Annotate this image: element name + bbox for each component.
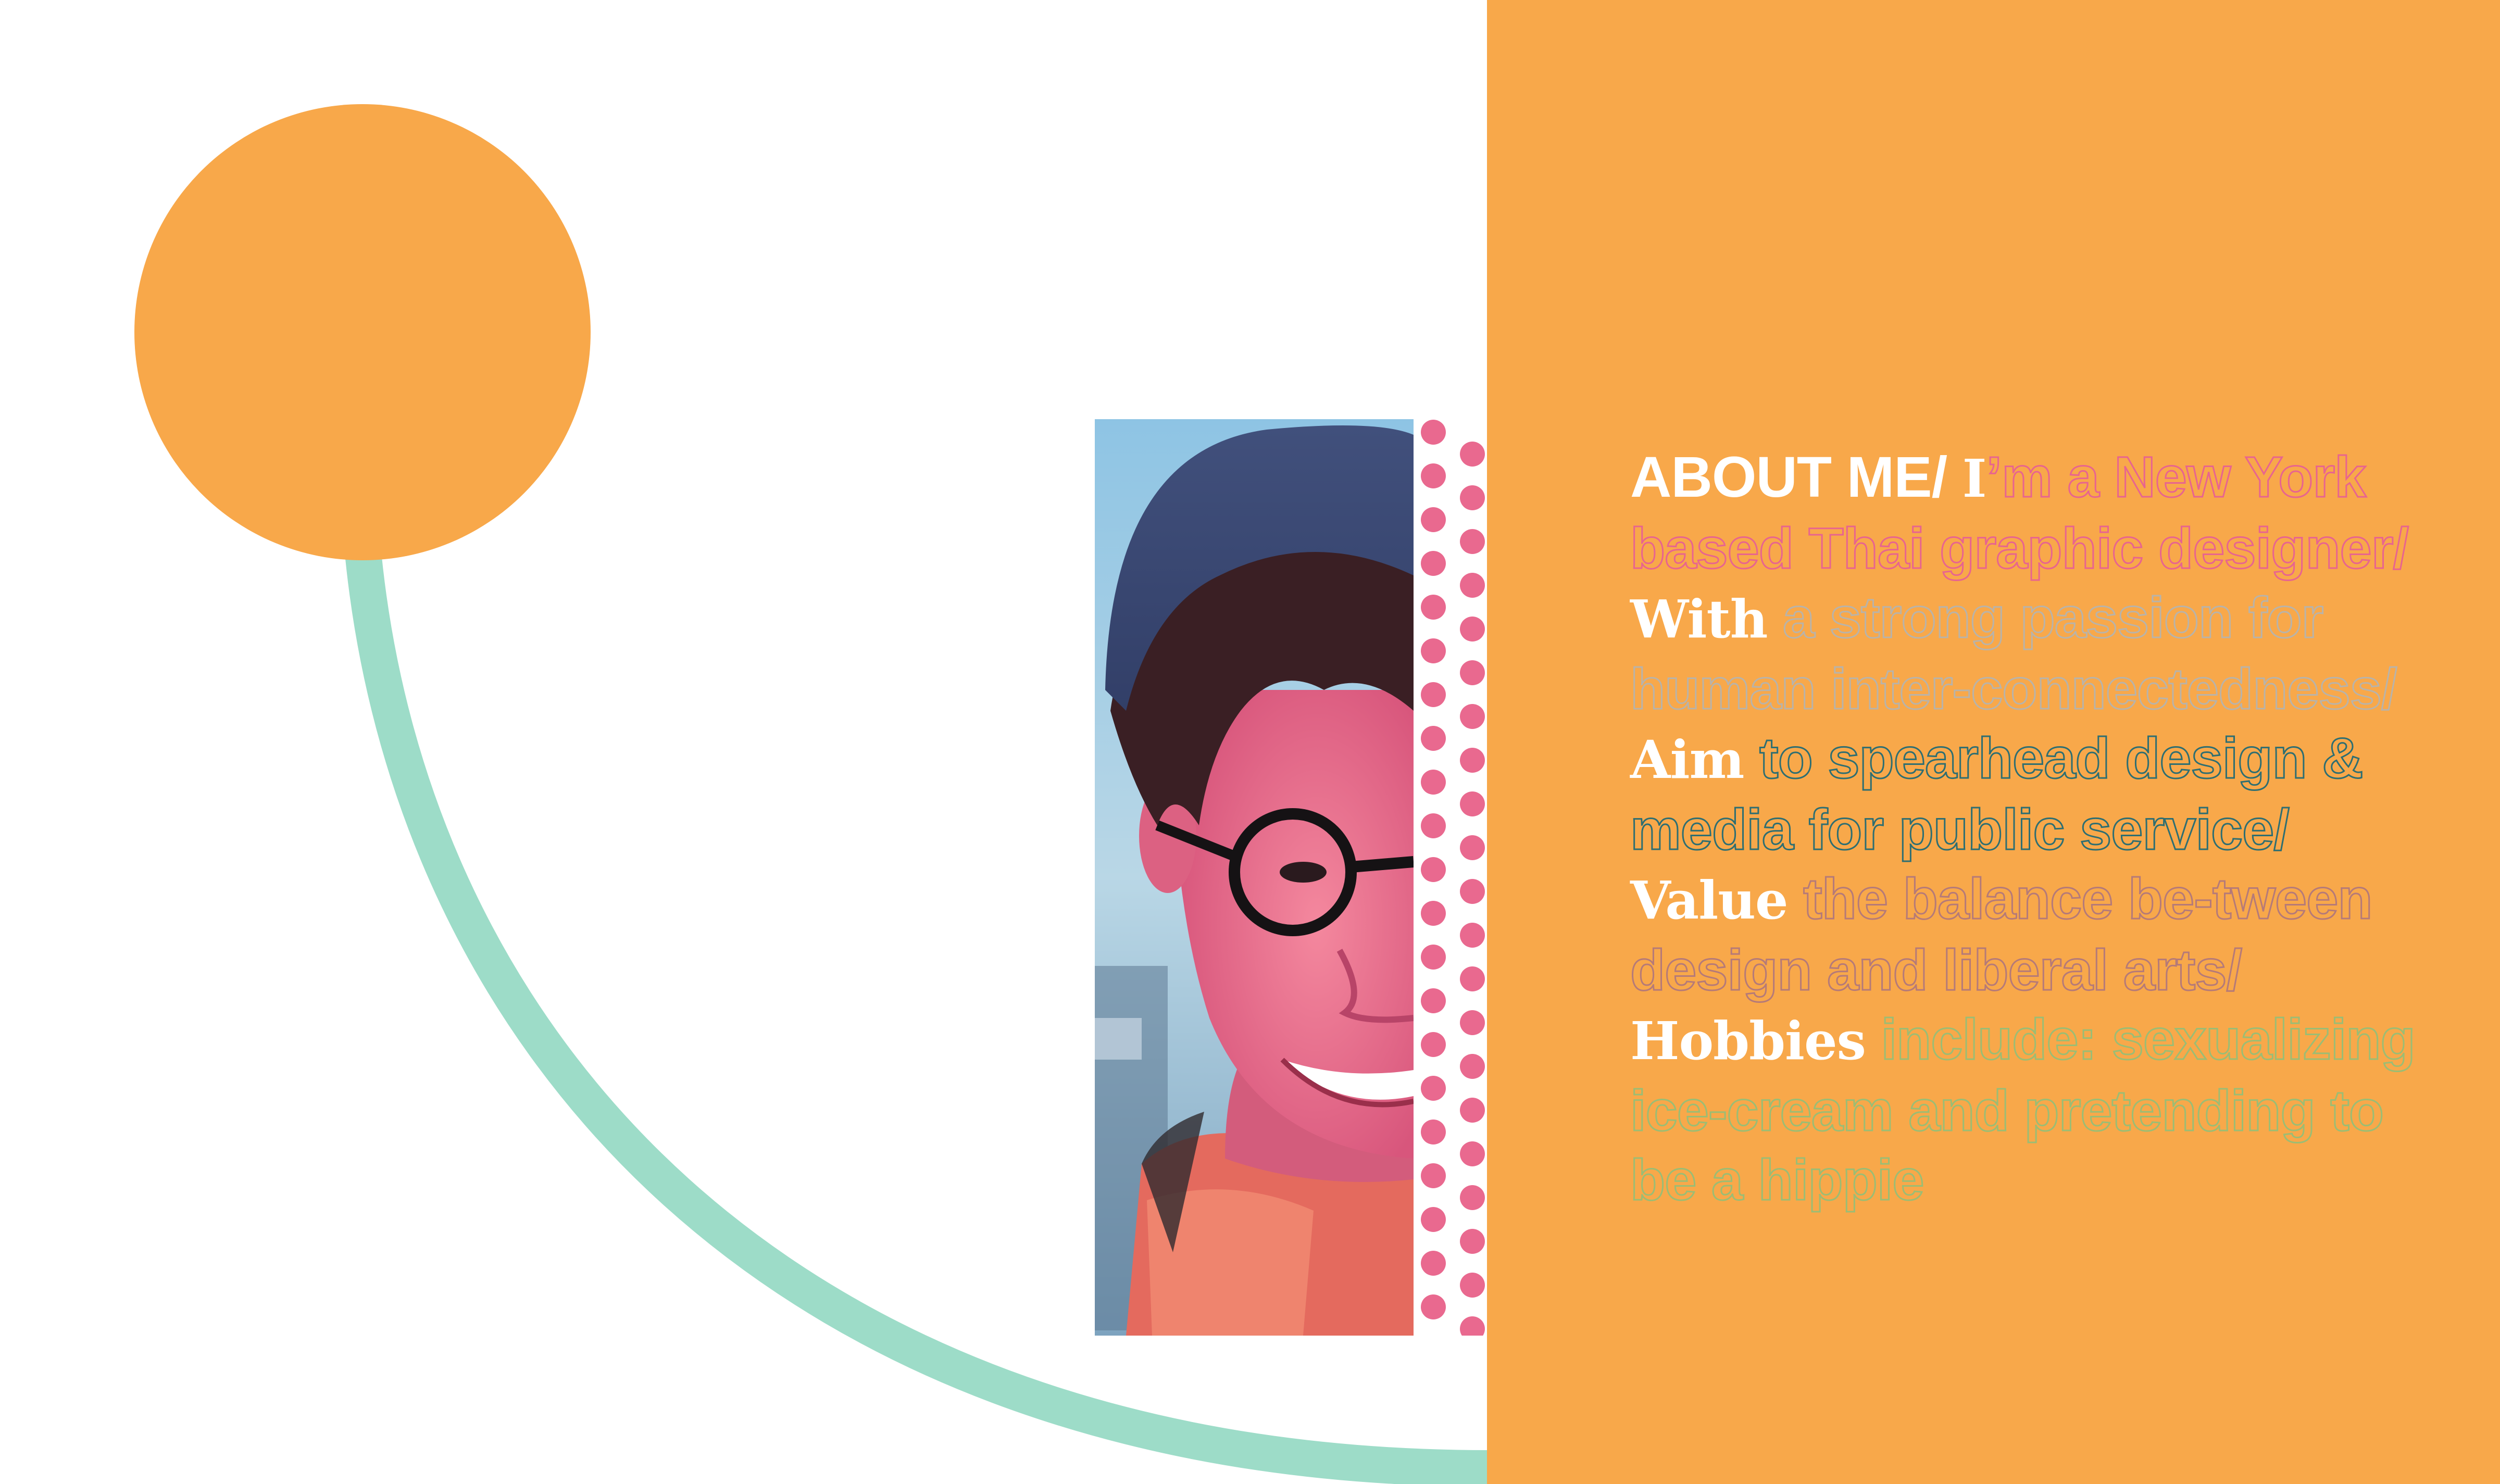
poster-canvas: ABOUT ME/ I’m a New York based Thai grap…: [0, 0, 2500, 1484]
pink-dot: [1460, 1229, 1485, 1254]
pink-dot: [1460, 660, 1485, 685]
pink-dot: [1421, 595, 1446, 620]
pink-dot: [1460, 966, 1485, 991]
pink-dot: [1421, 901, 1446, 926]
pink-dot: [1421, 1076, 1446, 1101]
pink-dot: [1421, 988, 1446, 1013]
pink-dot-pattern-icon: [1414, 419, 1487, 1336]
about-keyword: With: [1630, 588, 1768, 650]
pink-dot: [1421, 1032, 1446, 1057]
pink-dot: [1460, 704, 1485, 729]
about-keyword: I: [1962, 448, 1987, 509]
pink-dot: [1421, 1163, 1446, 1188]
pink-dot: [1421, 1120, 1446, 1145]
pink-dot: [1460, 791, 1485, 816]
pink-dot: [1460, 1273, 1485, 1298]
pink-dot: [1421, 1251, 1446, 1276]
pink-dot: [1460, 835, 1485, 860]
about-keyword: Value: [1630, 870, 1789, 931]
pink-dot: [1421, 638, 1446, 663]
about-keyword: Hobbies: [1630, 1010, 1866, 1072]
pink-dot: [1421, 420, 1446, 445]
pink-dot: [1460, 617, 1485, 642]
pink-dot: [1460, 485, 1485, 510]
about-keyword: Aim: [1630, 729, 1744, 790]
pink-dot: [1460, 1010, 1485, 1035]
pink-dot: [1421, 1207, 1446, 1232]
pink-dot: [1460, 1185, 1485, 1210]
pink-dot: [1421, 813, 1446, 838]
pink-dot: [1460, 573, 1485, 598]
pink-dot: [1421, 726, 1446, 751]
pink-dot: [1460, 1054, 1485, 1079]
pink-dot: [1460, 923, 1485, 948]
pink-dot: [1460, 1141, 1485, 1166]
pink-dot: [1421, 682, 1446, 707]
pink-dot: [1421, 1294, 1446, 1319]
pink-dot: [1421, 857, 1446, 882]
pink-dot: [1421, 770, 1446, 795]
pink-dot: [1460, 442, 1485, 467]
pink-dot: [1460, 1316, 1485, 1336]
pink-dot: [1421, 507, 1446, 532]
pink-dot: [1460, 529, 1485, 554]
about-me-text: ABOUT ME/ I’m a New York based Thai grap…: [1629, 443, 2443, 1215]
portrait-photo: [1095, 419, 1414, 1336]
pink-dot: [1460, 1098, 1485, 1123]
pink-dot: [1421, 551, 1446, 576]
pink-dot: [1421, 945, 1446, 970]
orange-circle-icon: [134, 104, 591, 560]
pink-dot: [1460, 879, 1485, 904]
about-heading: ABOUT ME/: [1630, 445, 1947, 509]
pink-dot: [1460, 748, 1485, 773]
pink-dot: [1421, 463, 1446, 488]
